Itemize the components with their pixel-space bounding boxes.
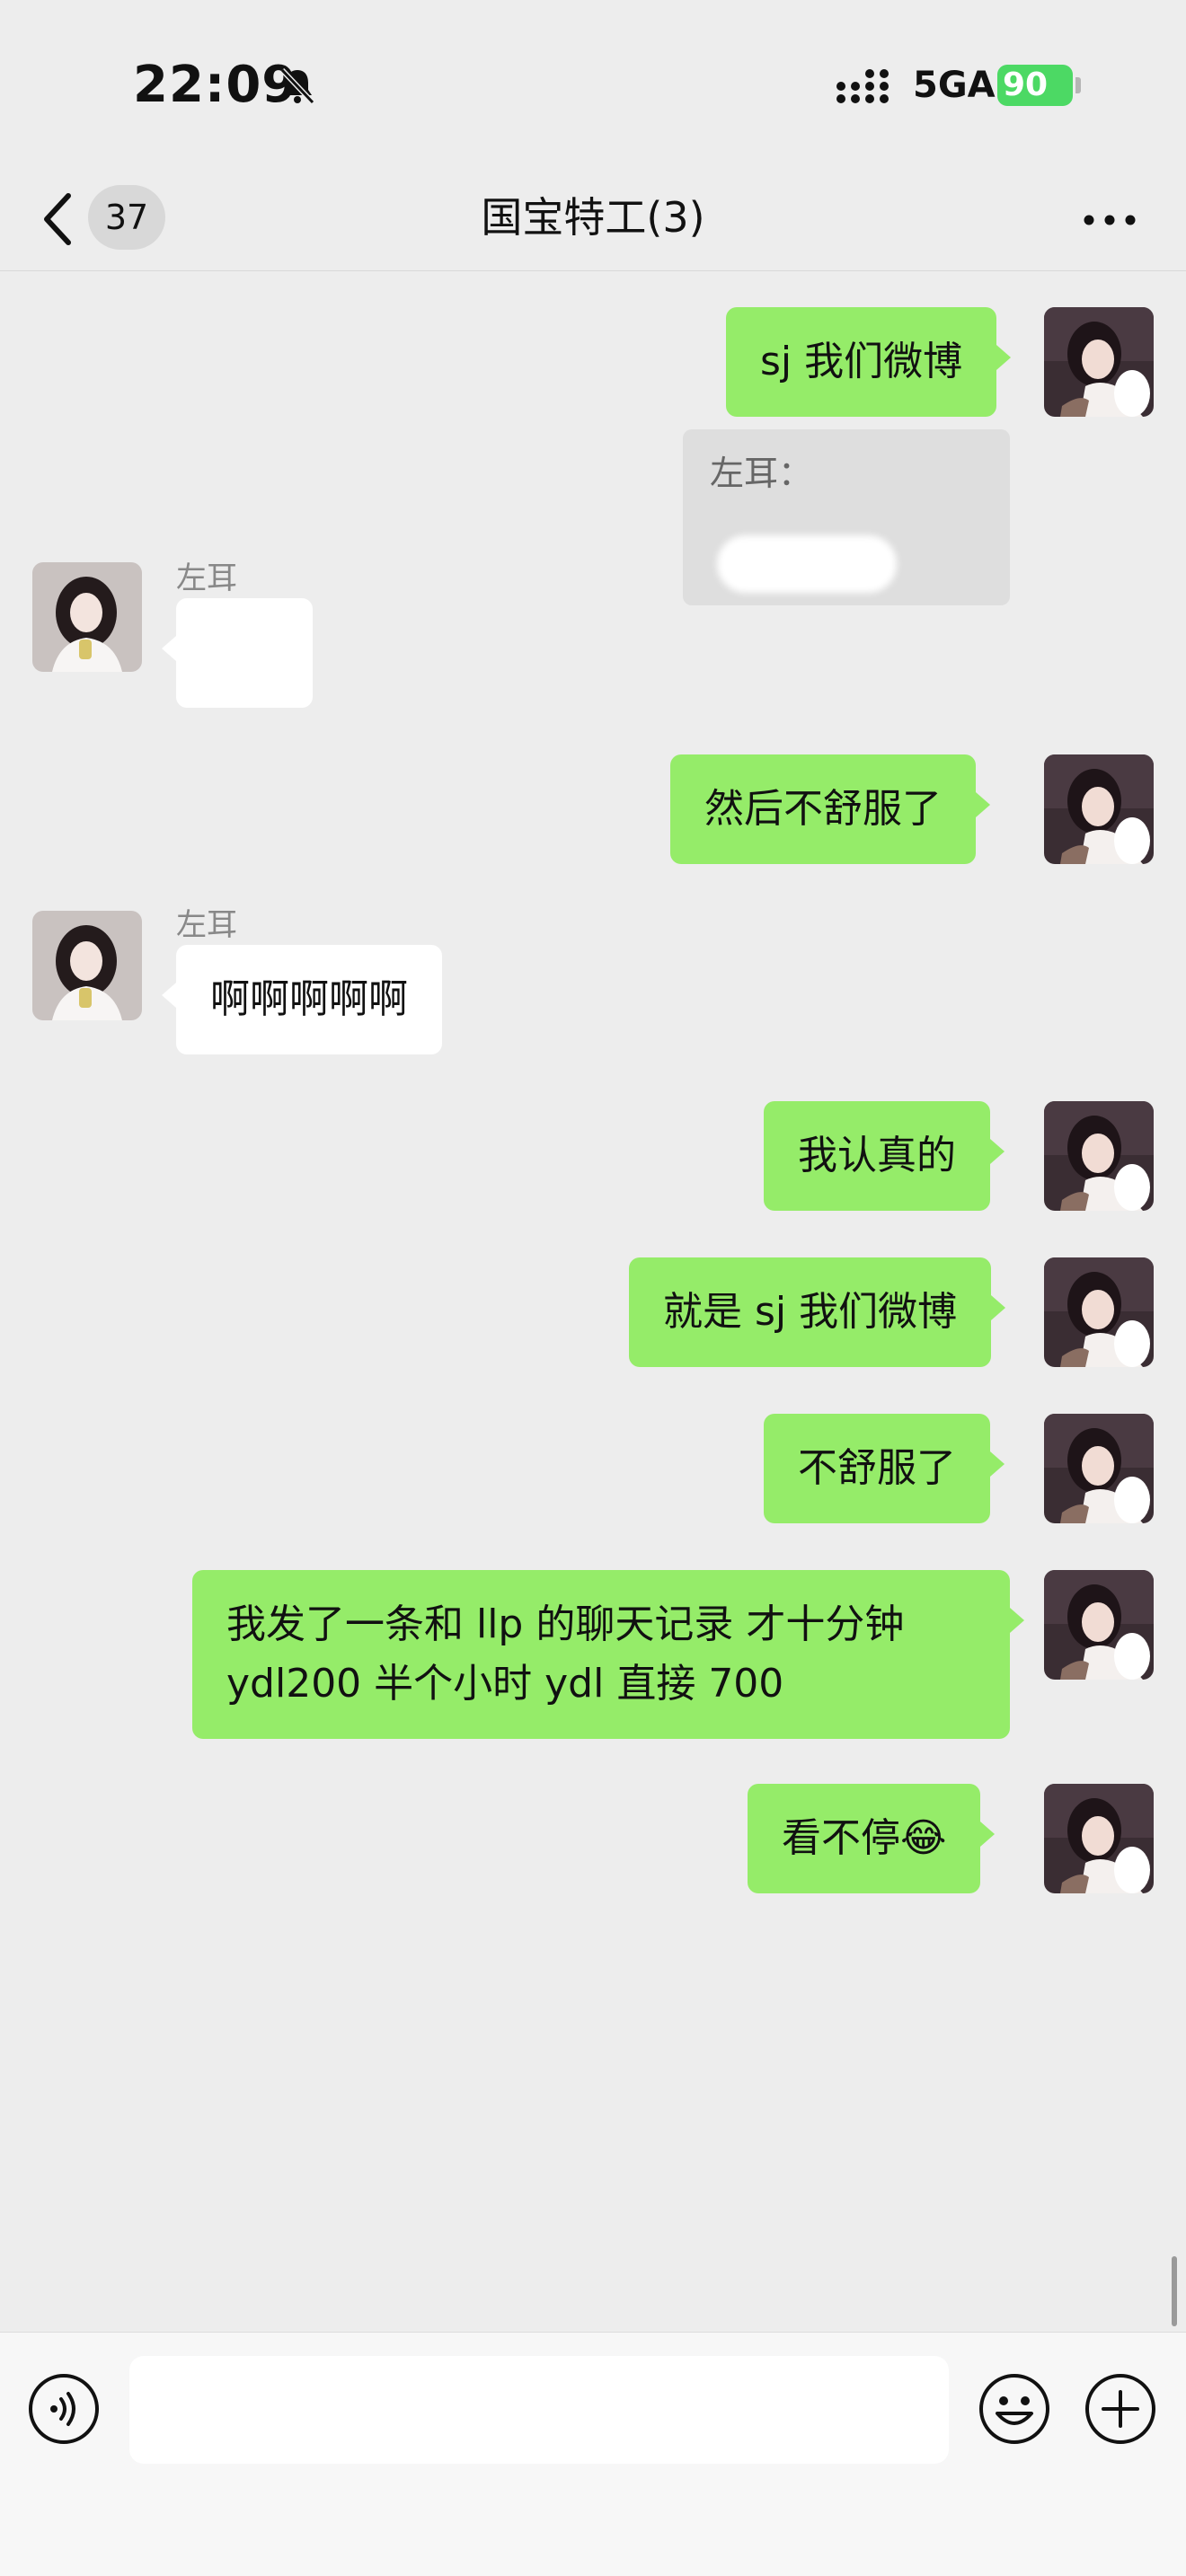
avatar-self[interactable] — [1044, 1257, 1154, 1367]
message-line: 我发了一条和 llp 的聊天记录 才十分钟 — [226, 1601, 905, 1647]
nav-bar: 37 国宝特工(3) — [0, 171, 1186, 271]
scrollbar[interactable] — [1172, 2256, 1177, 2326]
avatar-self[interactable] — [1044, 1414, 1154, 1523]
sender-name: 左耳 — [176, 907, 237, 943]
avatar-self[interactable] — [1044, 307, 1154, 417]
quoted-message[interactable]: 左耳： — [683, 429, 1010, 605]
input-bar — [0, 2332, 1186, 2576]
message-bubble-outgoing[interactable]: 我认真的 — [764, 1101, 1005, 1211]
avatar-self[interactable] — [1044, 754, 1154, 864]
network-type: 5GA — [913, 65, 996, 106]
quote-redacted-content — [717, 534, 897, 593]
message-bubble-outgoing[interactable]: sj 我们微博 — [726, 307, 1012, 417]
quote-sender-label: 左耳： — [710, 454, 813, 493]
more-dots-icon[interactable] — [1078, 198, 1141, 243]
battery-tip — [1075, 77, 1081, 93]
avatar-self[interactable] — [1044, 1570, 1154, 1680]
message-bubble-outgoing[interactable]: 不舒服了 — [764, 1414, 1005, 1523]
sender-name: 左耳 — [176, 560, 237, 596]
message-bubble-outgoing[interactable]: 我发了一条和 llp 的聊天记录 才十分钟 ydl200 半个小时 ydl 直接… — [192, 1570, 1024, 1739]
chat-title: 国宝特工(3) — [481, 193, 705, 242]
message-input[interactable] — [129, 2356, 949, 2464]
message-bubble-incoming[interactable]: 啊啊啊啊啊 — [162, 945, 442, 1054]
message-bubble-outgoing[interactable]: 看不停😂 — [748, 1784, 996, 1893]
plus-icon[interactable] — [1084, 2372, 1157, 2446]
status-time: 22:09 — [133, 56, 298, 114]
avatar-self[interactable] — [1044, 1101, 1154, 1211]
avatar-zuoer[interactable] — [32, 562, 142, 672]
avatar-self[interactable] — [1044, 1784, 1154, 1893]
message-bubble-outgoing[interactable]: 然后不舒服了 — [670, 754, 990, 864]
battery-indicator: 90 — [997, 65, 1073, 106]
message-bubble-incoming[interactable] — [162, 598, 313, 708]
emoji-icon[interactable] — [978, 2372, 1051, 2446]
status-bar: 22:09 5GA 90 — [0, 0, 1186, 171]
voice-icon[interactable] — [27, 2372, 101, 2446]
signal-icon — [836, 69, 889, 103]
avatar-zuoer[interactable] — [32, 911, 142, 1020]
message-bubble-outgoing[interactable]: 就是 sj 我们微博 — [629, 1257, 1006, 1367]
bell-slash-icon — [279, 67, 315, 105]
message-line: ydl200 半个小时 ydl 直接 700 — [226, 1661, 784, 1707]
